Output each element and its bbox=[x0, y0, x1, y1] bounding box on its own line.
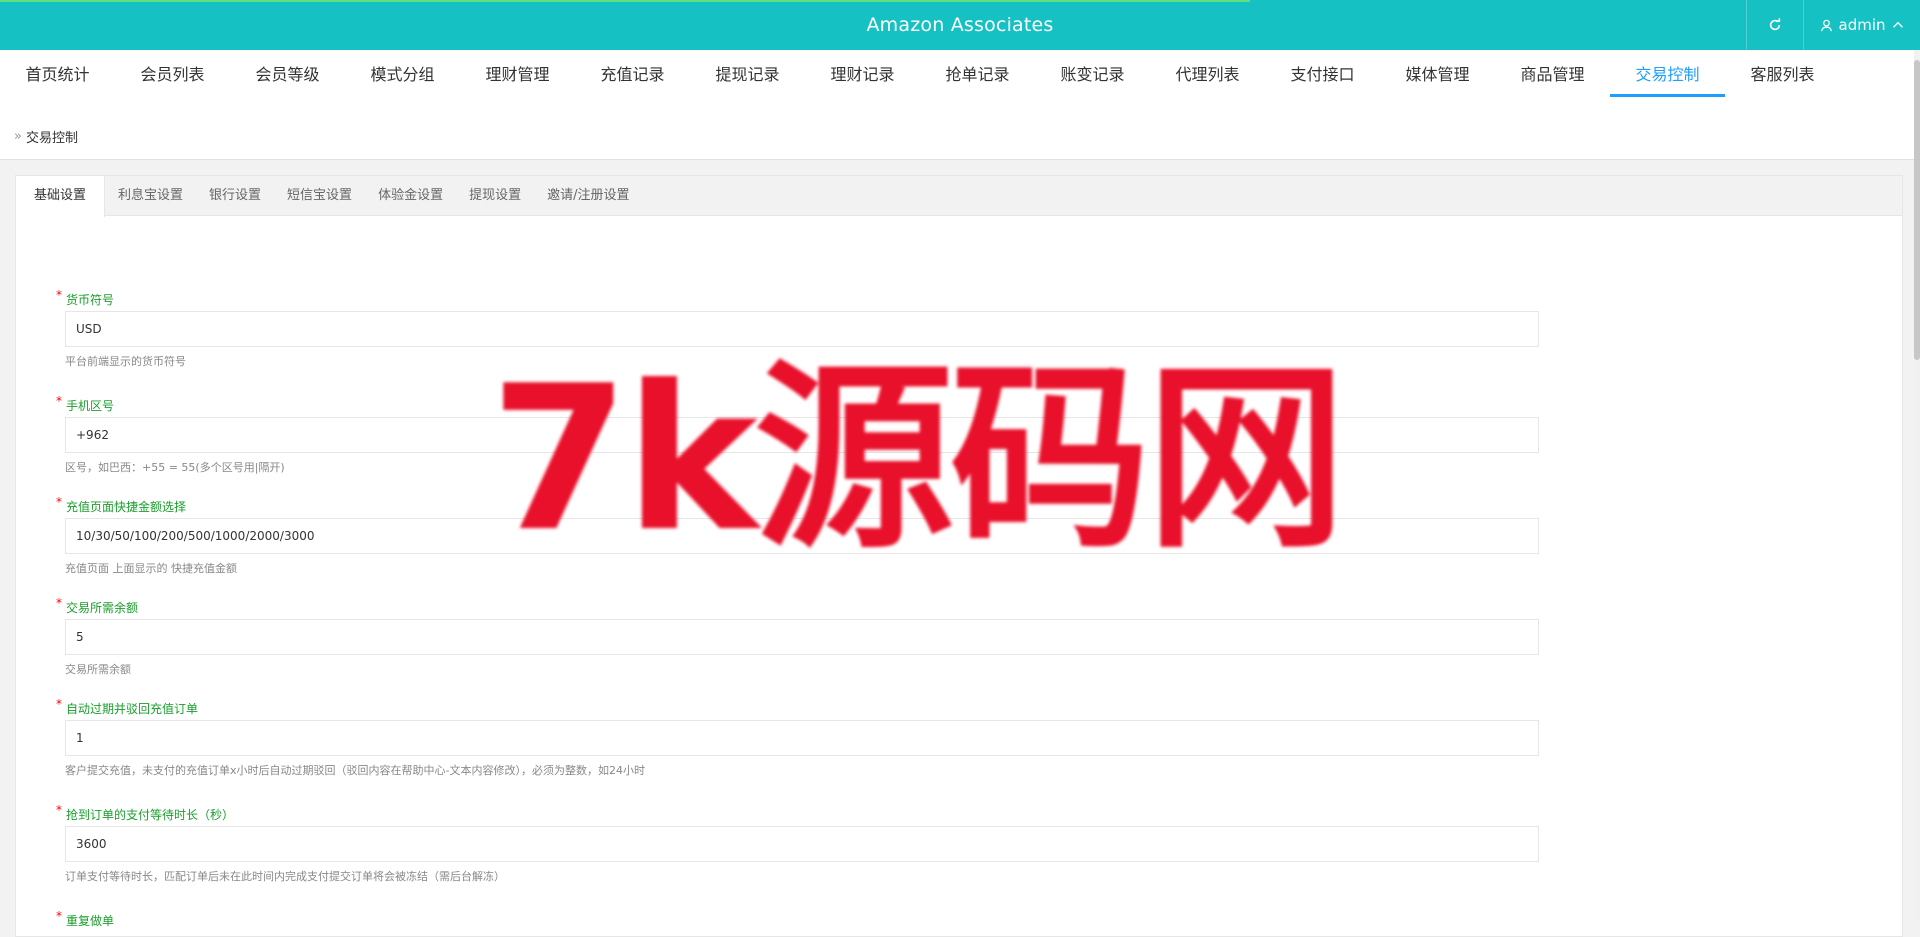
settings-card: 基础设置 利息宝设置 银行设置 短信宝设置 体验金设置 提现设置 邀请/注册设置… bbox=[15, 175, 1903, 937]
nav-item-mode-group[interactable]: 模式分组 bbox=[345, 50, 460, 97]
form-field-auto-expire-recharge: *自动过期并驳回充值订单 客户提交充值，未支付的充值订单x小时后自动过期驳回（驳… bbox=[56, 697, 1556, 778]
breadcrumb-bar: » 交易控制 bbox=[0, 97, 1914, 160]
user-icon bbox=[1820, 19, 1832, 31]
nav-item-recharge-records[interactable]: 充值记录 bbox=[575, 50, 690, 97]
nav-item-home-stats[interactable]: 首页统计 bbox=[0, 50, 115, 97]
double-chevron-right-icon: » bbox=[14, 129, 22, 144]
username: admin bbox=[1838, 16, 1886, 34]
field-help: 平台前端显示的货币符号 bbox=[65, 355, 186, 368]
refresh-icon bbox=[1769, 18, 1781, 31]
field-help: 区号，如巴西：+55 = 55(多个区号用|隔开) bbox=[65, 461, 285, 474]
nav-item-grab-order-records[interactable]: 抢单记录 bbox=[920, 50, 1035, 97]
field-help: 订单支付等待时长，匹配订单后未在此时间内完成支付提交订单将会被冻结（需后台解冻） bbox=[65, 870, 505, 883]
settings-tabs: 基础设置 利息宝设置 银行设置 短信宝设置 体验金设置 提现设置 邀请/注册设置 bbox=[16, 176, 1902, 217]
tab-bank-settings[interactable]: 银行设置 bbox=[196, 176, 274, 216]
required-star: * bbox=[56, 803, 62, 817]
field-label: * 交易所需余额 bbox=[56, 596, 139, 615]
phone-area-code-input[interactable] bbox=[65, 417, 1539, 453]
quick-recharge-amounts-input[interactable] bbox=[65, 518, 1539, 554]
field-label: * 货币符号 bbox=[56, 288, 115, 307]
tab-withdraw-settings[interactable]: 提现设置 bbox=[456, 176, 534, 216]
payment-wait-time-input[interactable] bbox=[65, 826, 1539, 862]
main-nav: 首页统计 会员列表 会员等级 模式分组 理财管理 充值记录 提现记录 理财记录 … bbox=[0, 50, 1914, 97]
app-title: Amazon Associates bbox=[866, 14, 1054, 36]
required-star: * bbox=[56, 697, 62, 711]
required-star: * bbox=[56, 495, 62, 509]
user-menu[interactable]: admin bbox=[1803, 0, 1920, 50]
form-field-payment-wait-time: *抢到订单的支付等待时长（秒） 订单支付等待时长，匹配订单后未在此时间内完成支付… bbox=[56, 803, 1556, 884]
tab-sms-settings[interactable]: 短信宝设置 bbox=[274, 176, 365, 216]
form-field-quick-recharge-amounts: *充值页面快捷金额选择 充值页面 上面显示的 快捷充值金额 bbox=[56, 495, 1556, 576]
currency-symbol-input[interactable] bbox=[65, 311, 1539, 347]
nav-item-account-changes[interactable]: 账变记录 bbox=[1035, 50, 1150, 97]
form-field-phone-area-code: *手机区号 区号，如巴西：+55 = 55(多个区号用|隔开) bbox=[56, 394, 1556, 475]
form-field-currency-symbol: *货币符号 平台前端显示的货币符号 bbox=[56, 288, 1556, 369]
nav-item-payment-api[interactable]: 支付接口 bbox=[1265, 50, 1380, 97]
required-star: * bbox=[56, 909, 62, 923]
top-header: Amazon Associates admin bbox=[0, 0, 1920, 50]
chevron-up-icon bbox=[1892, 21, 1903, 28]
nav-item-member-level[interactable]: 会员等级 bbox=[230, 50, 345, 97]
nav-item-finance[interactable]: 理财管理 bbox=[460, 50, 575, 97]
breadcrumb: » 交易控制 bbox=[14, 127, 78, 146]
nav-item-member-list[interactable]: 会员列表 bbox=[115, 50, 230, 97]
tab-interest-settings[interactable]: 利息宝设置 bbox=[105, 176, 196, 216]
field-label: * 自动过期并驳回充值订单 bbox=[56, 697, 199, 716]
form-field-repeat-order: * 重复做单 bbox=[56, 909, 1556, 928]
required-balance-input[interactable] bbox=[65, 619, 1539, 655]
nav-item-finance-records[interactable]: 理财记录 bbox=[805, 50, 920, 97]
nav-item-media[interactable]: 媒体管理 bbox=[1380, 50, 1495, 97]
nav-item-withdraw-records[interactable]: 提现记录 bbox=[690, 50, 805, 97]
field-label: * 抢到订单的支付等待时长（秒） bbox=[56, 803, 235, 822]
field-help: 客户提交充值，未支付的充值订单x小时后自动过期驳回（驳回内容在帮助中心-文本内容… bbox=[65, 764, 645, 777]
tab-trial-fund-settings[interactable]: 体验金设置 bbox=[365, 176, 456, 216]
field-help: 充值页面 上面显示的 快捷充值金额 bbox=[65, 562, 237, 575]
field-label: * 充值页面快捷金额选择 bbox=[56, 495, 187, 514]
page-scrollbar[interactable] bbox=[1914, 50, 1920, 922]
breadcrumb-label: 交易控制 bbox=[25, 131, 78, 146]
field-label: * 重复做单 bbox=[56, 909, 115, 928]
refresh-button[interactable] bbox=[1746, 0, 1804, 50]
nav-item-customer-service[interactable]: 客服列表 bbox=[1725, 50, 1840, 97]
nav-item-agent-list[interactable]: 代理列表 bbox=[1150, 50, 1265, 97]
required-star: * bbox=[56, 288, 62, 302]
auto-expire-recharge-input[interactable] bbox=[65, 720, 1539, 756]
required-star: * bbox=[56, 596, 62, 610]
tab-invite-register-settings[interactable]: 邀请/注册设置 bbox=[534, 176, 642, 216]
nav-item-trade-control[interactable]: 交易控制 bbox=[1610, 50, 1725, 97]
field-help: 交易所需余额 bbox=[65, 663, 131, 676]
tab-basic-settings[interactable]: 基础设置 bbox=[16, 176, 106, 217]
form-field-required-balance: *交易所需余额 交易所需余额 bbox=[56, 596, 1556, 677]
required-star: * bbox=[56, 394, 62, 408]
field-label: * 手机区号 bbox=[56, 394, 115, 413]
scrollbar-thumb[interactable] bbox=[1914, 60, 1920, 360]
nav-item-products[interactable]: 商品管理 bbox=[1495, 50, 1610, 97]
